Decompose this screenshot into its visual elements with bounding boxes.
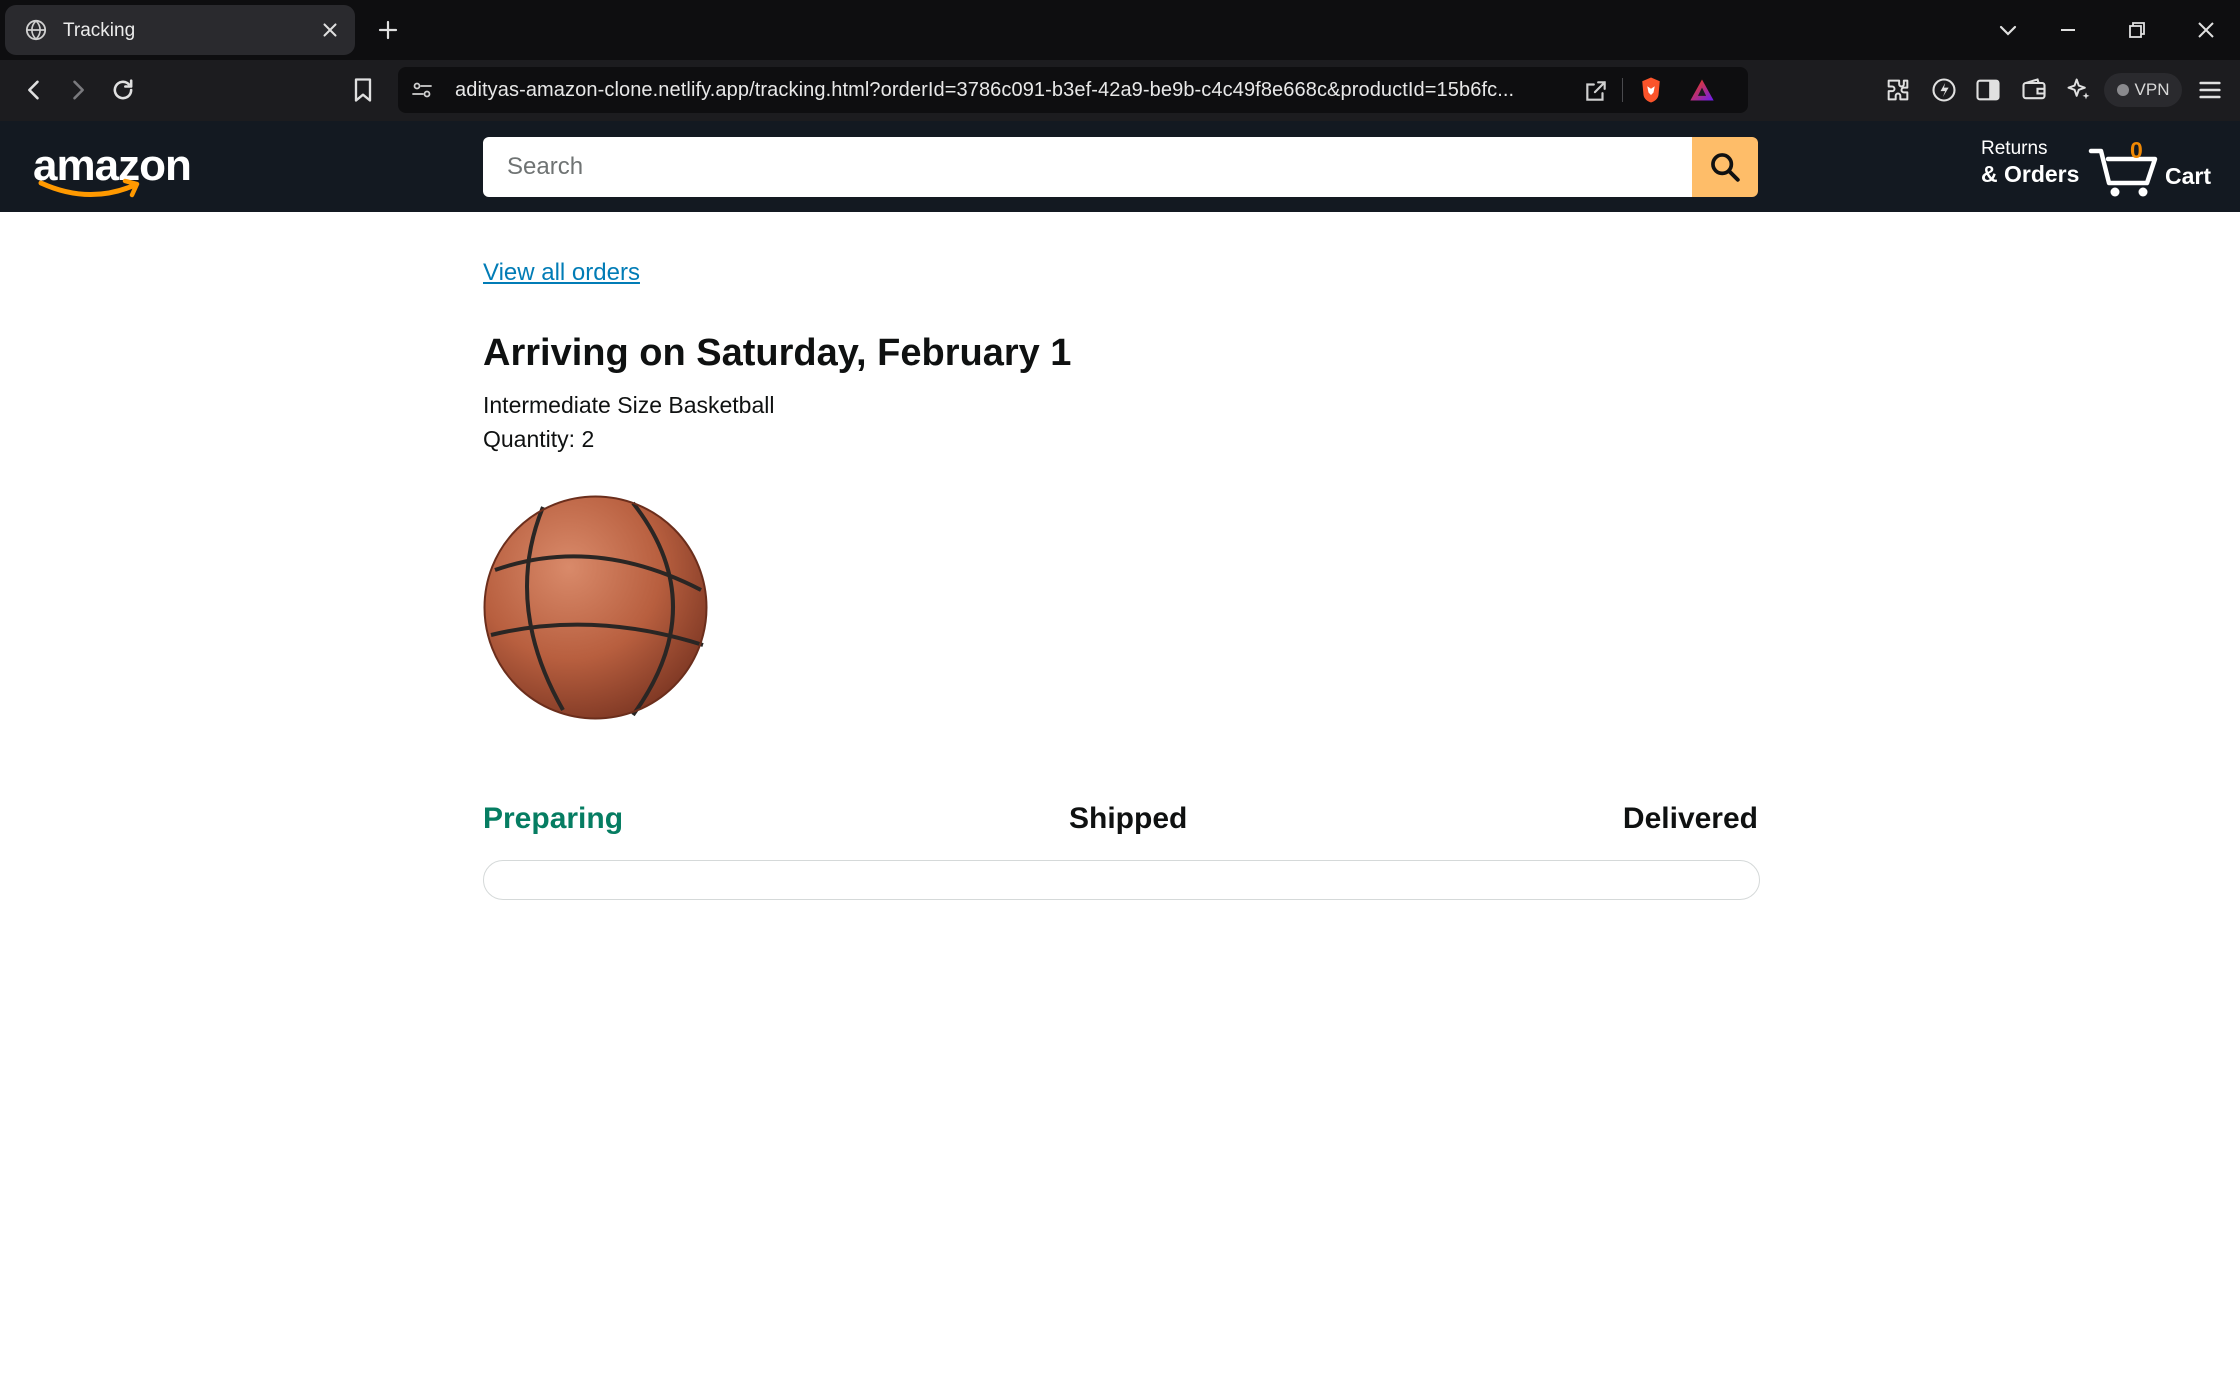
vpn-button[interactable]: VPN — [2104, 73, 2182, 107]
brave-shield-icon[interactable] — [1636, 75, 1666, 105]
tab-title: Tracking — [63, 20, 136, 41]
returns-label: Returns — [1981, 138, 2048, 159]
step-preparing: Preparing — [483, 802, 624, 835]
product-quantity: Quantity: 2 — [483, 426, 594, 453]
wallet-icon[interactable] — [2020, 76, 2048, 104]
amazon-header: amazon Returns & Orders 0 Cart — [0, 121, 2240, 212]
back-arrow-icon[interactable] — [20, 76, 48, 104]
search-bar — [483, 137, 1758, 197]
vpn-status-dot — [2116, 84, 2129, 96]
restore-icon[interactable] — [2125, 18, 2149, 42]
extensions-icon[interactable] — [1884, 76, 1912, 104]
amazon-logo[interactable]: amazon — [33, 141, 192, 198]
close-window-icon[interactable] — [2194, 18, 2218, 42]
search-input[interactable] — [483, 137, 1692, 197]
browser-tab-tracking[interactable]: Tracking — [5, 5, 355, 55]
quantity-label: Quantity: — [483, 426, 582, 452]
globe-icon — [25, 19, 47, 41]
browser-tab-bar: Tracking — [0, 0, 2240, 60]
reload-icon[interactable] — [109, 76, 137, 104]
orders-label: & Orders — [1981, 160, 2080, 187]
logo-smile-icon — [38, 178, 140, 198]
quantity-value: 2 — [581, 426, 595, 452]
leo-ai-icon[interactable] — [2065, 76, 2093, 104]
step-shipped: Shipped — [1069, 802, 1188, 835]
view-all-orders-link[interactable]: View all orders — [483, 259, 640, 287]
search-icon — [1711, 153, 1740, 182]
menu-icon[interactable] — [2196, 76, 2224, 104]
forward-arrow-icon[interactable] — [64, 76, 92, 104]
close-icon[interactable] — [319, 19, 341, 41]
delivery-date-heading: Arriving on Saturday, February 1 — [483, 332, 1072, 374]
step-delivered: Delivered — [1622, 802, 1758, 835]
cart-label: Cart — [2165, 163, 2212, 189]
site-settings-icon[interactable] — [410, 78, 434, 102]
minimize-icon[interactable] — [2056, 18, 2080, 42]
share-icon[interactable] — [1583, 78, 1609, 104]
cart-icon — [2088, 148, 2158, 197]
search-button[interactable] — [1692, 137, 1758, 197]
sidebar-icon[interactable] — [1974, 76, 2002, 104]
chevron-down-icon[interactable] — [1996, 18, 2020, 42]
browser-toolbar: adityas-amazon-clone.netlify.app/trackin… — [0, 60, 2240, 121]
bookmark-icon[interactable] — [349, 76, 377, 104]
returns-and-orders-link[interactable]: Returns & Orders — [1981, 138, 2080, 187]
speedreader-icon[interactable] — [1930, 76, 1958, 104]
address-bar[interactable]: adityas-amazon-clone.netlify.app/trackin… — [398, 67, 1748, 113]
address-bar-separator — [1622, 78, 1623, 102]
vpn-label: VPN — [2134, 80, 2170, 99]
cart-count: 0 — [2130, 137, 2143, 163]
new-tab-icon[interactable] — [376, 18, 400, 42]
product-name: Intermediate Size Basketball — [483, 392, 775, 418]
rewards-triangle-icon[interactable] — [1687, 76, 1717, 104]
progress-bar — [483, 860, 1760, 900]
basketball-product-image — [483, 495, 708, 720]
cart-link[interactable]: 0 Cart — [2088, 137, 2218, 199]
progress-steps: Preparing Shipped Delivered — [483, 802, 1758, 852]
url-text[interactable]: adityas-amazon-clone.netlify.app/trackin… — [455, 79, 1514, 102]
